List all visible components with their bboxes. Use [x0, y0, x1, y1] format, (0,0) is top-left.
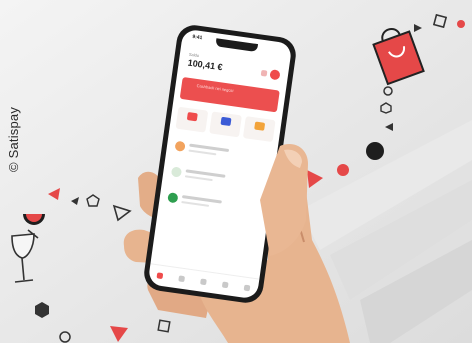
tab-icon — [200, 278, 207, 286]
watermelon-icon — [23, 214, 45, 225]
promo-banner-text: Cashback nei negozi — [196, 83, 234, 94]
status-time: 9:41 — [191, 33, 203, 42]
tab-icon — [178, 275, 186, 283]
tile-3 — [242, 116, 276, 143]
tile-2 — [209, 111, 242, 138]
balance-amount: 100,41 € — [187, 57, 224, 73]
bell-icon — [260, 69, 268, 77]
photo-credit: © Satispay — [6, 106, 21, 172]
small-dot-icon — [385, 123, 393, 131]
tab-icon — [221, 281, 229, 289]
avatar-icon — [269, 69, 281, 81]
photo-scene: © Satispay 9:41 Saldo 100,41 € Cashback … — [0, 0, 472, 343]
wine-glass-icon — [11, 229, 39, 283]
pentagon-outline-icon — [86, 194, 100, 207]
circle-outline-icon — [383, 86, 393, 96]
phone-notch — [215, 38, 259, 53]
thumb — [260, 144, 308, 256]
black-circle-icon — [366, 142, 384, 160]
red-dot-icon — [457, 20, 465, 28]
triangle-icon — [414, 24, 422, 32]
red-triangle-left-icon — [48, 188, 60, 200]
tab-icon — [243, 284, 251, 292]
square-outline-icon — [433, 14, 447, 28]
hexagon-icon — [35, 302, 49, 318]
dark-triangle-icon — [71, 197, 79, 205]
tile-1 — [175, 106, 209, 133]
promo-banner: Cashback nei negozi — [179, 76, 280, 113]
hexagon-outline-icon — [380, 102, 392, 114]
circle-outline-small-icon — [59, 331, 71, 343]
shortcut-tiles — [175, 106, 276, 143]
home-icon — [156, 272, 164, 280]
